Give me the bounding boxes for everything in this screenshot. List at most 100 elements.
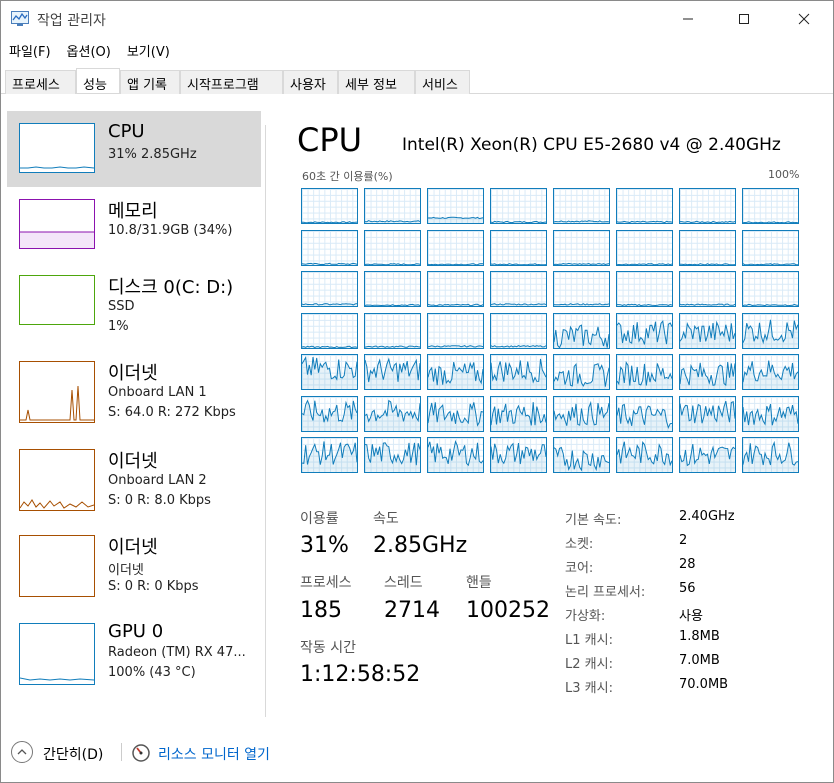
collapse-label[interactable]: 간단히(D) bbox=[43, 744, 103, 764]
logical-processor-graph bbox=[364, 188, 421, 224]
logical-processor-graph bbox=[364, 312, 421, 349]
logical-processor-graph bbox=[616, 354, 673, 390]
tab-users[interactable]: 사용자 bbox=[283, 70, 338, 94]
task-manager-icon bbox=[11, 11, 29, 26]
logical-processor-usage-line bbox=[365, 442, 420, 472]
window-title: 작업 관리자 bbox=[37, 13, 106, 29]
resource-monitor-icon bbox=[132, 744, 150, 762]
logical-processor-graph bbox=[364, 354, 421, 390]
logical-processor-usage-line bbox=[365, 220, 420, 223]
info-value-base-speed: 2.40GHz bbox=[679, 509, 735, 524]
logical-processor-usage-line bbox=[365, 399, 420, 431]
logical-processor-graph bbox=[553, 271, 610, 307]
minimize-button[interactable] bbox=[665, 1, 711, 37]
sidebar-item-disk[interactable]: 디스크 0(C: D:) SSD 1% bbox=[7, 263, 261, 339]
resource-monitor-link[interactable]: 리소스 모니터 열기 bbox=[158, 744, 270, 764]
logical-processor-usage-line bbox=[491, 401, 546, 431]
logical-processor-usage-line bbox=[428, 344, 483, 348]
logical-processor-usage-line bbox=[491, 262, 546, 265]
logical-processor-graph bbox=[490, 229, 547, 266]
sidebar-item-detail-2: 100% (43 °C) bbox=[108, 665, 196, 680]
logical-processor-graph bbox=[490, 271, 547, 307]
logical-processor-graph bbox=[679, 354, 736, 390]
sidebar-item-ethernet-3[interactable]: 이더넷 이더넷 S: 0 R: 0 Kbps bbox=[7, 523, 261, 599]
logical-processor-graph bbox=[616, 188, 673, 224]
logical-processor-usage-line bbox=[428, 262, 483, 265]
logical-processor-graph bbox=[301, 312, 358, 349]
logical-processor-graph bbox=[301, 395, 358, 432]
title-bar: 작업 관리자 bbox=[1, 1, 833, 37]
sidebar-item-label: 메모리 bbox=[108, 201, 158, 222]
logical-processor-usage-line bbox=[491, 303, 546, 306]
utilization-label: 이용률 bbox=[300, 511, 339, 527]
logical-processor-usage-line bbox=[428, 440, 483, 472]
footer: 간단히(D) 리소스 모니터 열기 bbox=[1, 731, 833, 781]
logical-processor-graph bbox=[427, 229, 484, 266]
logical-processor-graph bbox=[679, 229, 736, 266]
tab-services[interactable]: 서비스 bbox=[415, 70, 470, 94]
sidebar-item-gpu[interactable]: GPU 0 Radeon (TM) RX 47... 100% (43 °C) bbox=[7, 611, 261, 687]
tab-performance[interactable]: 성능 bbox=[76, 68, 120, 93]
logical-processor-graph bbox=[679, 395, 736, 432]
sidebar-item-cpu[interactable]: CPU 31% 2.85GHz bbox=[7, 111, 261, 187]
logical-processor-usage-line bbox=[365, 262, 420, 265]
logical-processor-usage-line bbox=[743, 221, 798, 223]
logical-processor-usage-line bbox=[491, 358, 546, 389]
sidebar-item-ethernet-1[interactable]: 이더넷 Onboard LAN 1 S: 64.0 R: 272 Kbps bbox=[7, 349, 261, 425]
collapse-button[interactable] bbox=[11, 741, 33, 763]
logical-processor-usage-line bbox=[428, 401, 483, 431]
logical-processor-grid[interactable] bbox=[301, 188, 801, 474]
sidebar-item-detail: SSD bbox=[108, 299, 135, 314]
sidebar-item-detail-2: S: 64.0 R: 272 Kbps bbox=[108, 405, 236, 420]
logical-processor-graph bbox=[742, 229, 799, 266]
logical-processor-usage-line bbox=[365, 303, 420, 306]
logical-processor-graph bbox=[301, 271, 358, 307]
sidebar-item-label: 이더넷 bbox=[108, 451, 158, 472]
tab-bar: 프로세스 성능 앱 기록 시작프로그램 사용자 세부 정보 서비스 bbox=[1, 68, 833, 94]
logical-processor-usage-line bbox=[302, 355, 357, 389]
menu-file[interactable]: 파일(F) bbox=[1, 39, 59, 61]
logical-processor-graph bbox=[301, 229, 358, 266]
menu-view[interactable]: 보기(V) bbox=[119, 39, 178, 61]
logical-processor-usage-line bbox=[743, 403, 798, 431]
logical-processor-graph bbox=[616, 271, 673, 307]
logical-processor-graph bbox=[679, 312, 736, 349]
logical-processor-graph bbox=[679, 188, 736, 224]
sidebar-item-detail: Onboard LAN 2 bbox=[108, 473, 207, 488]
logical-processor-usage-line bbox=[617, 361, 672, 389]
logical-processor-usage-line bbox=[617, 262, 672, 265]
logical-processor-graph bbox=[742, 271, 799, 307]
sidebar-item-memory[interactable]: 메모리 10.8/31.9GB (34%) bbox=[7, 187, 261, 263]
utilization-value: 31% bbox=[300, 533, 349, 558]
menu-options[interactable]: 옵션(O) bbox=[59, 39, 119, 61]
sidebar-item-detail-2: S: 0 R: 8.0 Kbps bbox=[108, 493, 211, 508]
maximize-button[interactable] bbox=[721, 1, 767, 37]
logical-processor-graph bbox=[427, 188, 484, 224]
info-value-logical-processors: 56 bbox=[679, 581, 696, 596]
logical-processor-usage-line bbox=[680, 220, 735, 223]
info-label-l1-cache: L1 캐시: bbox=[565, 633, 613, 648]
logical-processor-usage-line bbox=[554, 400, 609, 431]
info-value-l1-cache: 1.8MB bbox=[679, 629, 720, 644]
tab-processes[interactable]: 프로세스 bbox=[5, 70, 76, 94]
logical-processor-graph bbox=[364, 395, 421, 432]
handles-value: 100252 bbox=[466, 598, 550, 623]
sidebar-item-detail: Onboard LAN 1 bbox=[108, 385, 207, 400]
memory-mini-graph bbox=[19, 199, 95, 249]
sidebar-item-ethernet-2[interactable]: 이더넷 Onboard LAN 2 S: 0 R: 8.0 Kbps bbox=[7, 437, 261, 513]
info-label-base-speed: 기본 속도: bbox=[565, 513, 622, 528]
tab-startup[interactable]: 시작프로그램 bbox=[180, 70, 283, 94]
info-value-l3-cache: 70.0MB bbox=[679, 677, 729, 692]
logical-processor-usage-line bbox=[554, 262, 609, 265]
logical-processor-graph bbox=[364, 229, 421, 266]
logical-processor-usage-line bbox=[428, 216, 483, 223]
info-value-cores: 28 bbox=[679, 557, 696, 572]
disk-mini-graph bbox=[19, 275, 95, 325]
sidebar-item-detail: 이더넷 bbox=[108, 563, 144, 578]
tab-app-history[interactable]: 앱 기록 bbox=[120, 70, 180, 94]
close-button[interactable] bbox=[781, 1, 827, 37]
logical-processor-graph bbox=[490, 437, 547, 473]
info-value-sockets: 2 bbox=[679, 533, 688, 548]
close-icon bbox=[798, 13, 810, 25]
tab-details[interactable]: 세부 정보 bbox=[338, 70, 415, 94]
